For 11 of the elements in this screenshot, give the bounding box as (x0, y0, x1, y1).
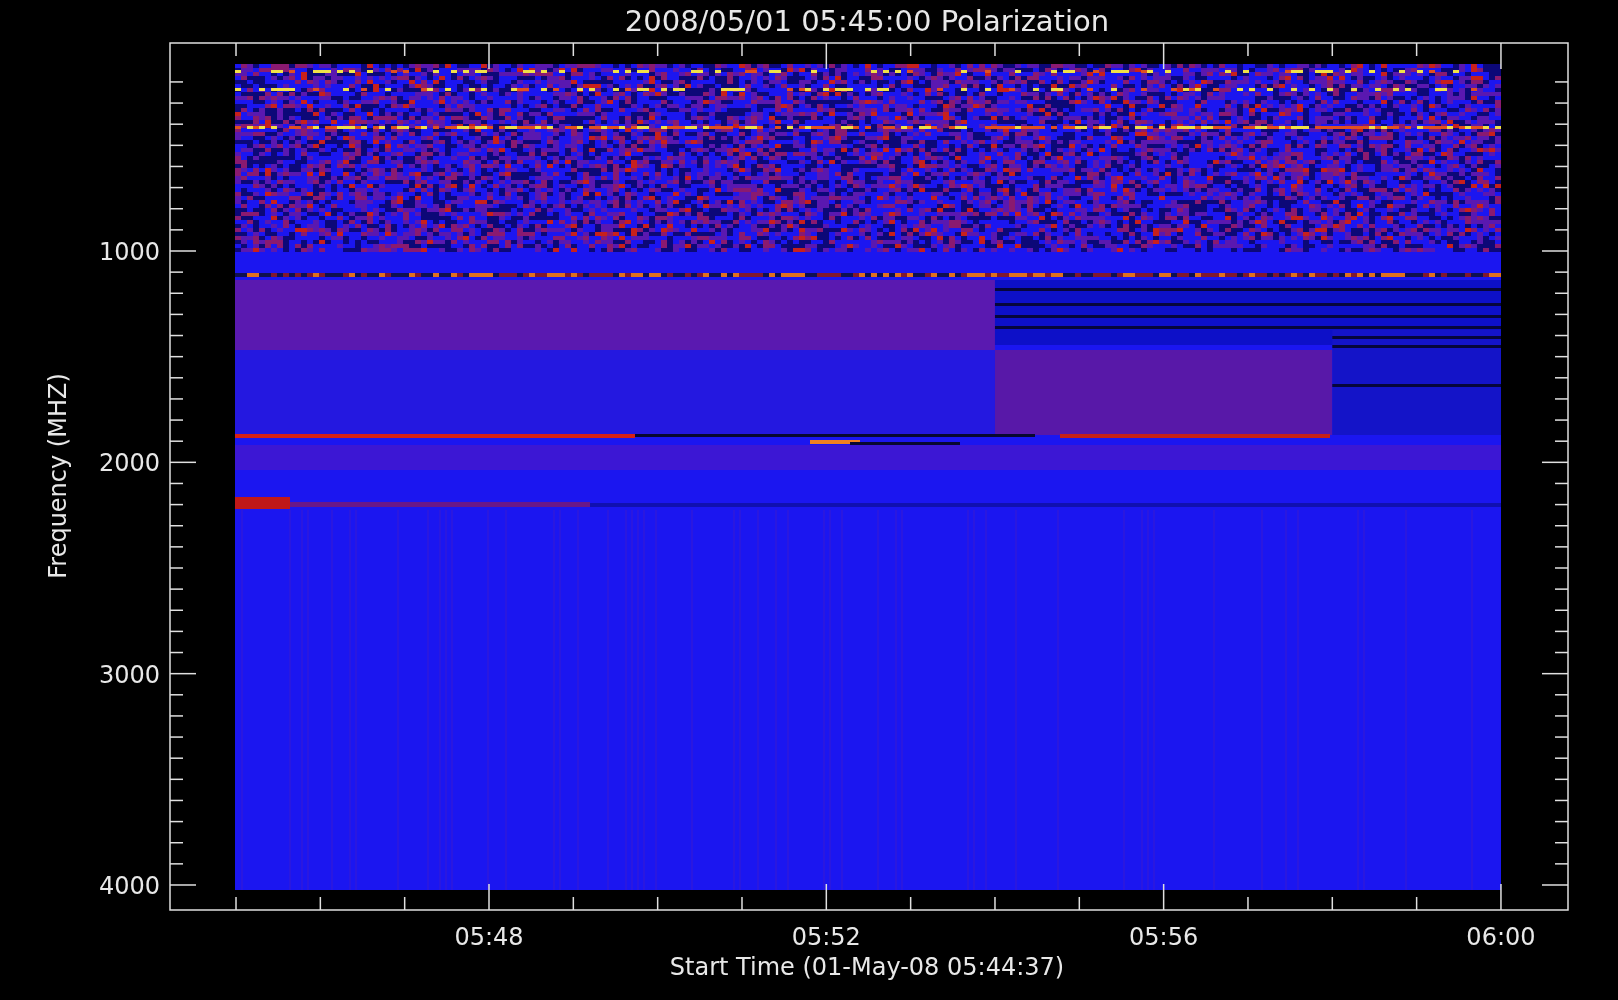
y-tick-label: 2000 (98, 449, 160, 478)
y-tick-label: 3000 (98, 660, 160, 689)
y-tick-label: 4000 (98, 872, 160, 900)
y-axis-label: Frequency (MHZ) (44, 373, 72, 579)
y-tick-label: 1000 (98, 238, 160, 266)
x-tick-label: 05:56 (1129, 923, 1199, 951)
x-axis-label: Start Time (01-May-08 05:44:37) (669, 953, 1065, 981)
x-tick-label: 05:48 (454, 923, 524, 951)
x-tick-label: 06:00 (1466, 923, 1536, 951)
x-tick-label: 05:52 (791, 923, 861, 951)
chart-title: 2008/05/01 05:45:00 Polarization (624, 4, 1110, 38)
